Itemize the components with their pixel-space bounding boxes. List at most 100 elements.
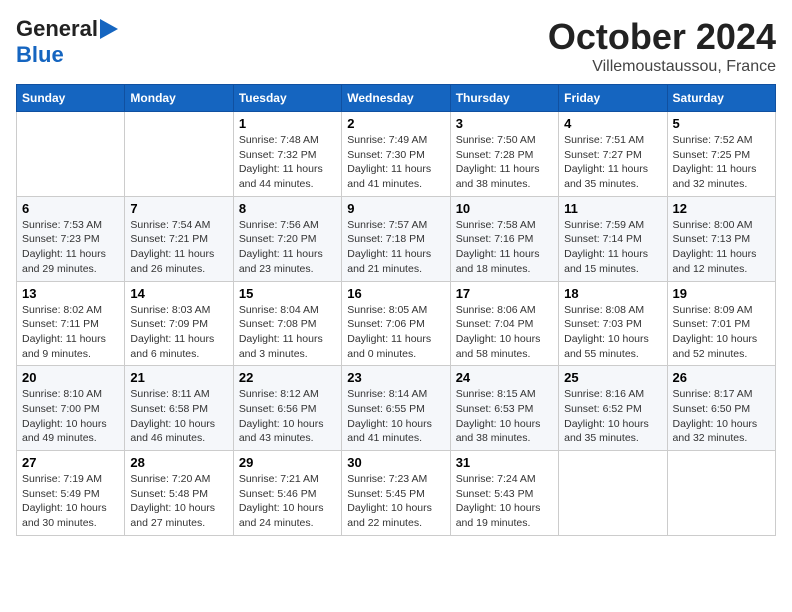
day-detail: Sunrise: 8:05 AM Sunset: 7:06 PM Dayligh… (347, 303, 444, 362)
day-number: 24 (456, 370, 553, 385)
calendar-cell: 3 Sunrise: 7:50 AM Sunset: 7:28 PM Daylig… (450, 112, 558, 197)
day-number: 29 (239, 455, 336, 470)
day-number: 16 (347, 286, 444, 301)
day-detail: Sunrise: 8:08 AM Sunset: 7:03 PM Dayligh… (564, 303, 661, 362)
day-number: 5 (673, 116, 770, 131)
calendar-cell: 16 Sunrise: 8:05 AM Sunset: 7:06 PM Dayli… (342, 281, 450, 366)
calendar-cell: 26Sunrise: 8:17 AM Sunset: 6:50 PM Dayli… (667, 366, 775, 451)
weekday-header-tuesday: Tuesday (233, 85, 341, 112)
day-number: 15 (239, 286, 336, 301)
day-detail: Sunrise: 8:10 AM Sunset: 7:00 PM Dayligh… (22, 387, 119, 446)
day-number: 22 (239, 370, 336, 385)
calendar-cell: 18 Sunrise: 8:08 AM Sunset: 7:03 PM Dayli… (559, 281, 667, 366)
calendar-cell: 29 Sunrise: 7:21 AM Sunset: 5:46 PM Dayli… (233, 451, 341, 536)
calendar-cell (125, 112, 233, 197)
calendar-week-2: 6 Sunrise: 7:53 AM Sunset: 7:23 PM Daylig… (17, 196, 776, 281)
calendar-table: SundayMondayTuesdayWednesdayThursdayFrid… (16, 84, 776, 536)
calendar-cell: 15 Sunrise: 8:04 AM Sunset: 7:08 PM Dayli… (233, 281, 341, 366)
day-detail: Sunrise: 7:50 AM Sunset: 7:28 PM Dayligh… (456, 133, 553, 192)
calendar-cell: 23Sunrise: 8:14 AM Sunset: 6:55 PM Dayli… (342, 366, 450, 451)
logo-blue: Blue (16, 42, 64, 67)
day-detail: Sunrise: 8:16 AM Sunset: 6:52 PM Dayligh… (564, 387, 661, 446)
day-number: 14 (130, 286, 227, 301)
calendar-cell: 24 Sunrise: 8:15 AM Sunset: 6:53 PM Dayli… (450, 366, 558, 451)
calendar-cell: 21 Sunrise: 8:11 AM Sunset: 6:58 PM Dayli… (125, 366, 233, 451)
day-detail: Sunrise: 7:23 AM Sunset: 5:45 PM Dayligh… (347, 472, 444, 531)
logo-general: General (16, 16, 98, 42)
calendar-cell (667, 451, 775, 536)
day-detail: Sunrise: 7:20 AM Sunset: 5:48 PM Dayligh… (130, 472, 227, 531)
day-detail: Sunrise: 8:02 AM Sunset: 7:11 PM Dayligh… (22, 303, 119, 362)
day-number: 9 (347, 201, 444, 216)
weekday-header-wednesday: Wednesday (342, 85, 450, 112)
day-detail: Sunrise: 7:21 AM Sunset: 5:46 PM Dayligh… (239, 472, 336, 531)
day-number: 19 (673, 286, 770, 301)
day-detail: Sunrise: 7:19 AM Sunset: 5:49 PM Dayligh… (22, 472, 119, 531)
weekday-header-thursday: Thursday (450, 85, 558, 112)
location-label: Villemoustaussou, France (548, 58, 776, 76)
day-detail: Sunrise: 8:04 AM Sunset: 7:08 PM Dayligh… (239, 303, 336, 362)
day-number: 21 (130, 370, 227, 385)
calendar-cell: 13 Sunrise: 8:02 AM Sunset: 7:11 PM Dayli… (17, 281, 125, 366)
calendar-cell: 27 Sunrise: 7:19 AM Sunset: 5:49 PM Dayli… (17, 451, 125, 536)
day-detail: Sunrise: 8:09 AM Sunset: 7:01 PM Dayligh… (673, 303, 770, 362)
weekday-header-friday: Friday (559, 85, 667, 112)
day-detail: Sunrise: 8:00 AM Sunset: 7:13 PM Dayligh… (673, 218, 770, 277)
day-detail: Sunrise: 8:11 AM Sunset: 6:58 PM Dayligh… (130, 387, 227, 446)
calendar-cell: 12Sunrise: 8:00 AM Sunset: 7:13 PM Dayli… (667, 196, 775, 281)
day-detail: Sunrise: 7:53 AM Sunset: 7:23 PM Dayligh… (22, 218, 119, 277)
day-number: 28 (130, 455, 227, 470)
day-detail: Sunrise: 8:03 AM Sunset: 7:09 PM Dayligh… (130, 303, 227, 362)
calendar-cell: 8Sunrise: 7:56 AM Sunset: 7:20 PM Daylig… (233, 196, 341, 281)
calendar-cell: 20 Sunrise: 8:10 AM Sunset: 7:00 PM Dayli… (17, 366, 125, 451)
day-number: 6 (22, 201, 119, 216)
day-number: 25 (564, 370, 661, 385)
day-detail: Sunrise: 7:52 AM Sunset: 7:25 PM Dayligh… (673, 133, 770, 192)
calendar-cell: 28 Sunrise: 7:20 AM Sunset: 5:48 PM Dayli… (125, 451, 233, 536)
calendar-cell: 30 Sunrise: 7:23 AM Sunset: 5:45 PM Dayli… (342, 451, 450, 536)
calendar-cell: 6 Sunrise: 7:53 AM Sunset: 7:23 PM Daylig… (17, 196, 125, 281)
calendar-body: 1 Sunrise: 7:48 AM Sunset: 7:32 PM Daylig… (17, 112, 776, 536)
day-number: 8 (239, 201, 336, 216)
day-number: 3 (456, 116, 553, 131)
day-number: 2 (347, 116, 444, 131)
calendar-week-5: 27 Sunrise: 7:19 AM Sunset: 5:49 PM Dayli… (17, 451, 776, 536)
weekday-header-monday: Monday (125, 85, 233, 112)
day-detail: Sunrise: 7:48 AM Sunset: 7:32 PM Dayligh… (239, 133, 336, 192)
day-number: 18 (564, 286, 661, 301)
day-number: 30 (347, 455, 444, 470)
day-detail: Sunrise: 7:24 AM Sunset: 5:43 PM Dayligh… (456, 472, 553, 531)
day-number: 1 (239, 116, 336, 131)
day-detail: Sunrise: 7:54 AM Sunset: 7:21 PM Dayligh… (130, 218, 227, 277)
calendar-cell (17, 112, 125, 197)
weekday-header-sunday: Sunday (17, 85, 125, 112)
day-number: 10 (456, 201, 553, 216)
page-header: General Blue October 2024 Villemoustauss… (16, 16, 776, 76)
calendar-cell: 7Sunrise: 7:54 AM Sunset: 7:21 PM Daylig… (125, 196, 233, 281)
day-number: 17 (456, 286, 553, 301)
calendar-cell: 9 Sunrise: 7:57 AM Sunset: 7:18 PM Daylig… (342, 196, 450, 281)
calendar-cell: 19 Sunrise: 8:09 AM Sunset: 7:01 PM Dayli… (667, 281, 775, 366)
calendar-cell: 25 Sunrise: 8:16 AM Sunset: 6:52 PM Dayli… (559, 366, 667, 451)
calendar-cell: 4Sunrise: 7:51 AM Sunset: 7:27 PM Daylig… (559, 112, 667, 197)
day-number: 27 (22, 455, 119, 470)
day-detail: Sunrise: 8:15 AM Sunset: 6:53 PM Dayligh… (456, 387, 553, 446)
calendar-cell: 10Sunrise: 7:58 AM Sunset: 7:16 PM Dayli… (450, 196, 558, 281)
logo: General Blue (16, 16, 118, 68)
calendar-cell: 5 Sunrise: 7:52 AM Sunset: 7:25 PM Daylig… (667, 112, 775, 197)
calendar-cell (559, 451, 667, 536)
calendar-cell: 22Sunrise: 8:12 AM Sunset: 6:56 PM Dayli… (233, 366, 341, 451)
weekday-header-saturday: Saturday (667, 85, 775, 112)
day-detail: Sunrise: 8:17 AM Sunset: 6:50 PM Dayligh… (673, 387, 770, 446)
day-number: 20 (22, 370, 119, 385)
calendar-week-4: 20 Sunrise: 8:10 AM Sunset: 7:00 PM Dayli… (17, 366, 776, 451)
calendar-week-1: 1 Sunrise: 7:48 AM Sunset: 7:32 PM Daylig… (17, 112, 776, 197)
day-number: 11 (564, 201, 661, 216)
day-number: 13 (22, 286, 119, 301)
day-detail: Sunrise: 7:49 AM Sunset: 7:30 PM Dayligh… (347, 133, 444, 192)
logo-arrow-icon (100, 19, 118, 39)
day-detail: Sunrise: 7:57 AM Sunset: 7:18 PM Dayligh… (347, 218, 444, 277)
calendar-week-3: 13 Sunrise: 8:02 AM Sunset: 7:11 PM Dayli… (17, 281, 776, 366)
day-number: 23 (347, 370, 444, 385)
title-area: October 2024 Villemoustaussou, France (548, 16, 776, 76)
